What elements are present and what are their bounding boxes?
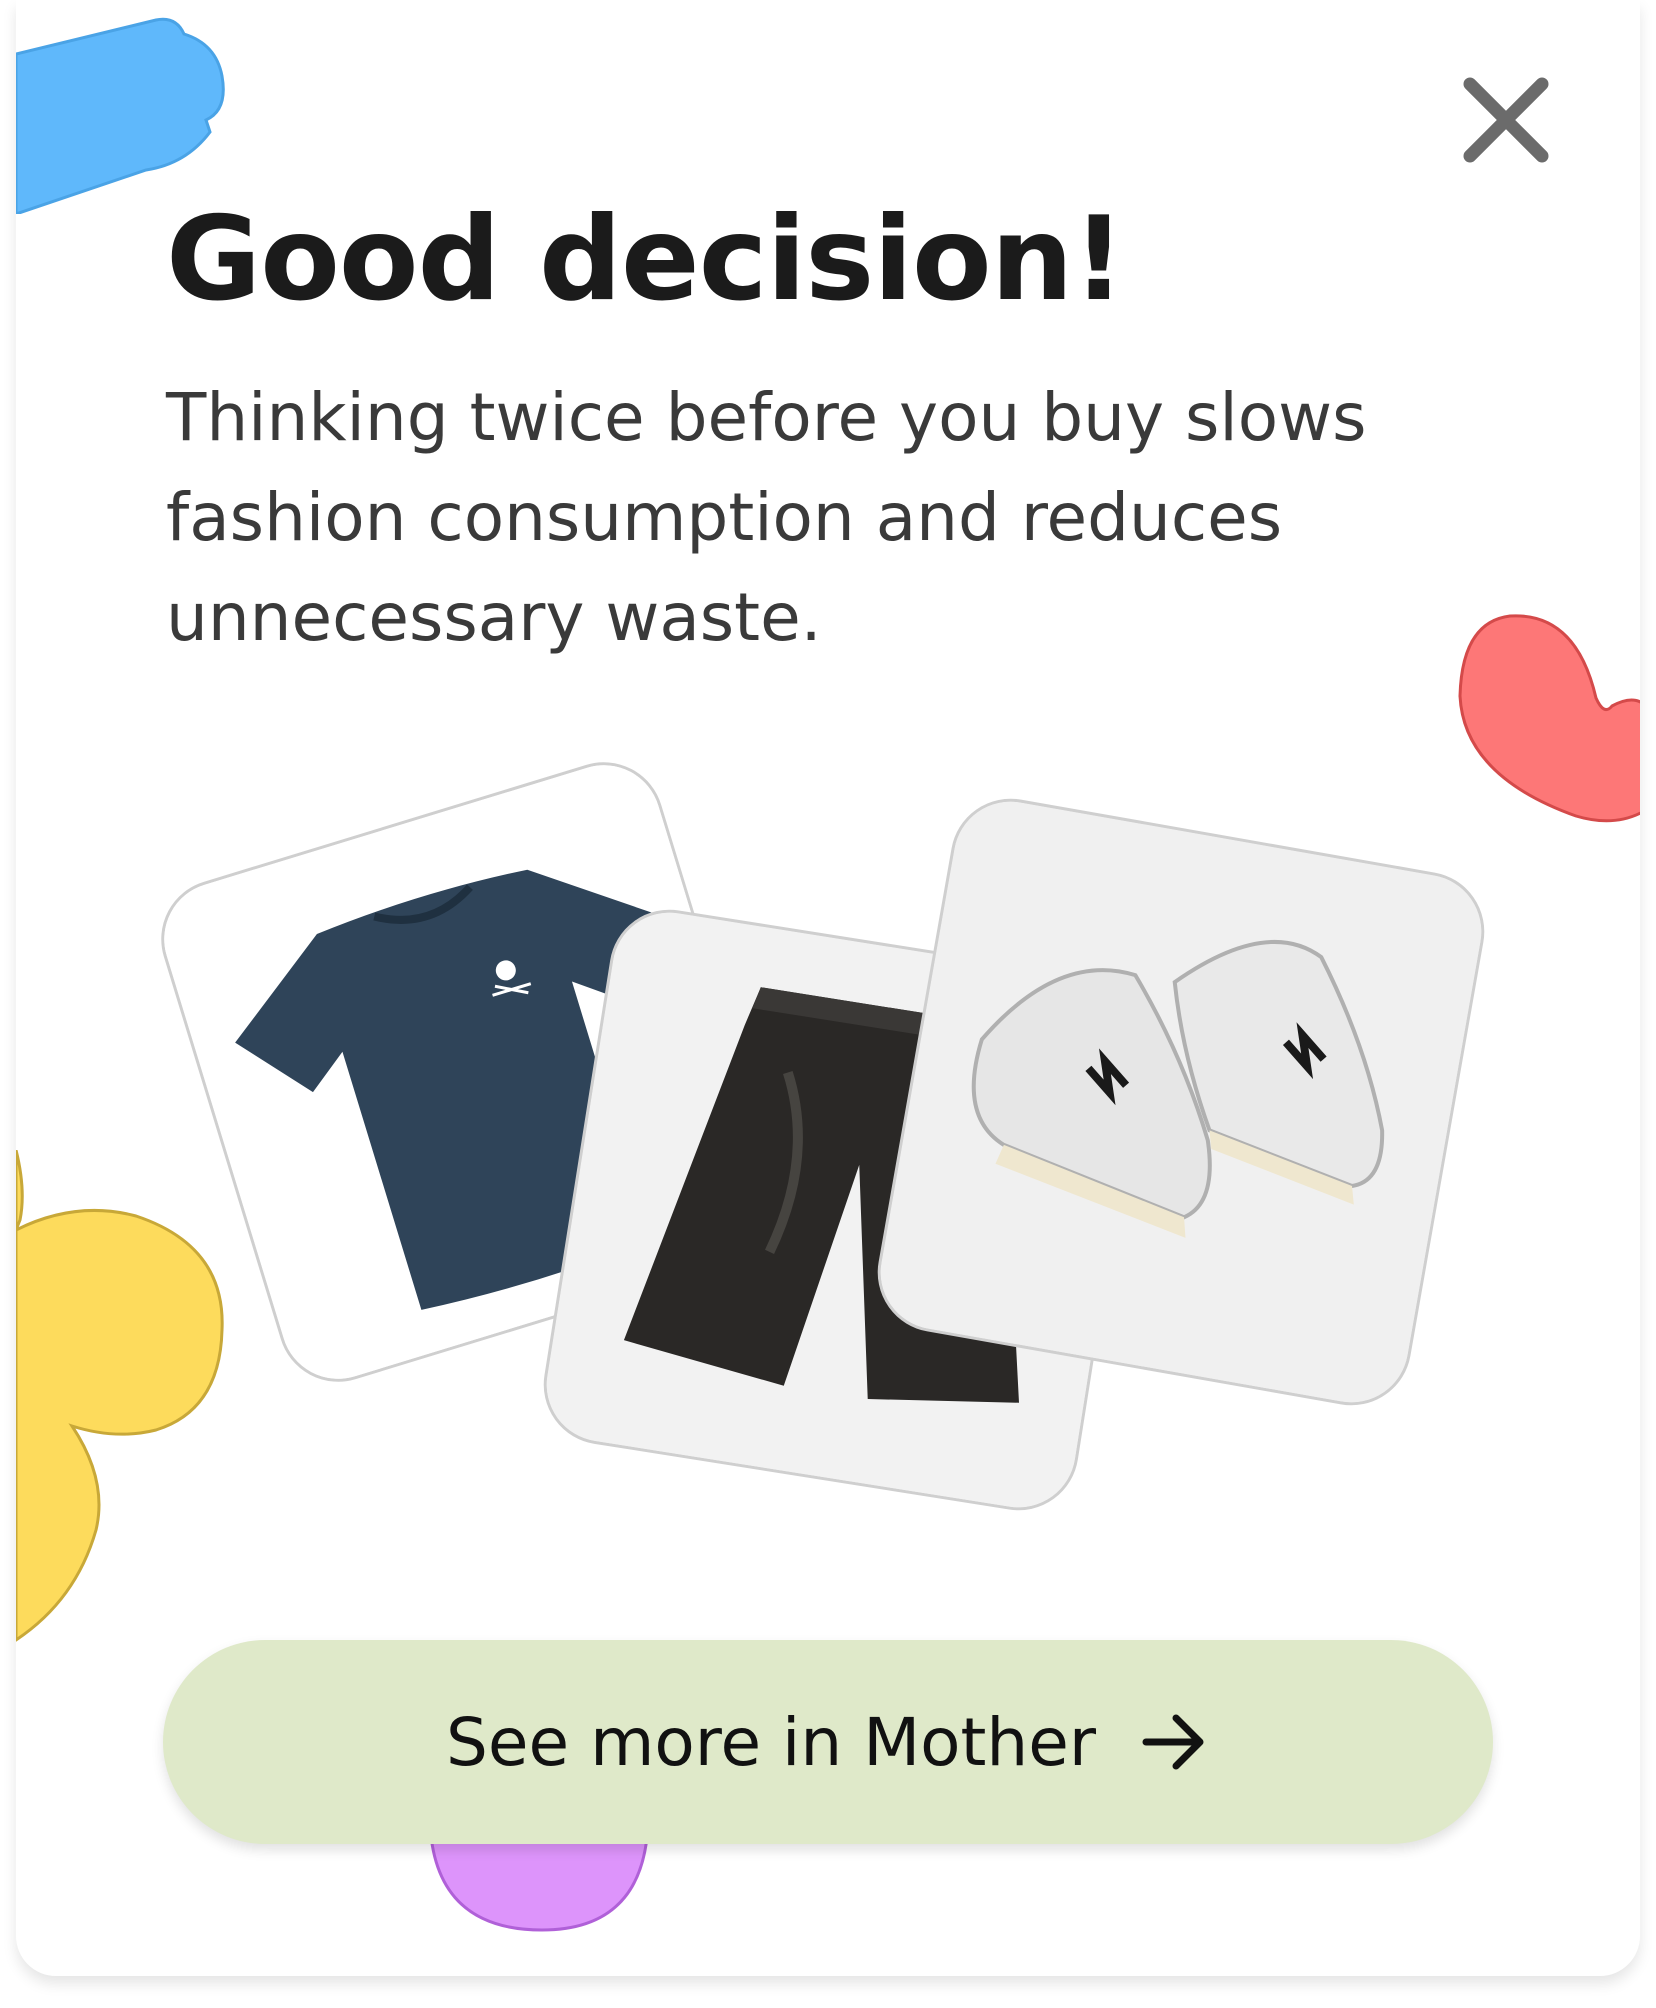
yellow-shape — [16, 1150, 224, 1642]
dialog-title: Good decision! — [166, 192, 1125, 327]
red-shape — [1458, 614, 1640, 823]
blue-shape — [16, 17, 225, 214]
close-button[interactable] — [1456, 70, 1556, 170]
sneakers-card — [868, 789, 1494, 1415]
dialog-message: Thinking twice before you buy slows fash… — [166, 379, 1367, 656]
sneakers-image — [870, 792, 1494, 1415]
arrow-right-icon — [1142, 1714, 1204, 1770]
see-more-button[interactable]: See more in Mother — [163, 1640, 1493, 1844]
close-icon — [1463, 77, 1549, 163]
good-decision-dialog: Good decision! Thinking twice before you… — [16, 0, 1640, 1976]
see-more-label: See more in Mother — [446, 1703, 1096, 1781]
